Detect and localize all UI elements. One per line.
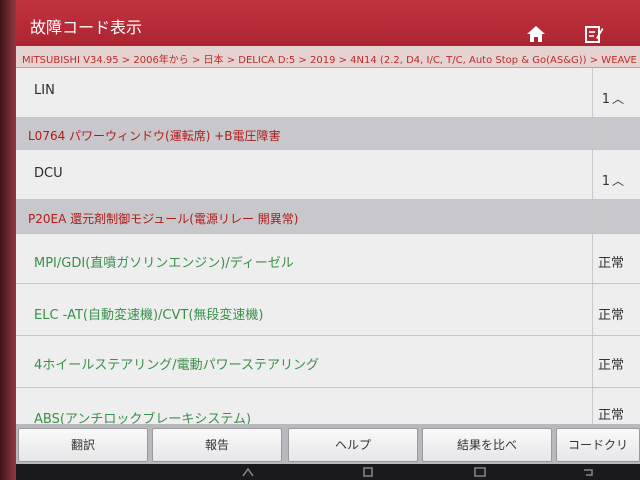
system-name: ELC -AT(自動変速機)/CVT(無段変速機) (34, 308, 264, 323)
fault-count-value: 1 (601, 92, 610, 107)
breadcrumb: MITSUBISHI V34.95 > 2006年から > 日本 > DELIC… (16, 46, 640, 68)
status-divider (592, 388, 593, 427)
dtc-list[interactable]: LIN 1 ︿ L0764 パワーウィンドウ(運転席) +B電圧障害 DCU 1 ︿… (16, 68, 640, 428)
title-bar: 故障コード表示 (16, 0, 640, 46)
back-nav-icon[interactable] (242, 467, 254, 477)
screenshot-nav-icon[interactable] (474, 467, 486, 477)
status-divider (592, 150, 593, 199)
return-nav-icon[interactable] (582, 467, 594, 477)
translate-button[interactable]: 翻訳 (18, 428, 148, 462)
system-row[interactable]: ELC -AT(自動変速機)/CVT(無段変速機) 正常 (16, 284, 640, 336)
system-status: 正常 (597, 408, 624, 423)
status-divider (592, 68, 593, 117)
report-button[interactable]: 報告 (152, 428, 282, 462)
home-icon[interactable] (526, 24, 546, 44)
help-button[interactable]: ヘルプ (288, 428, 418, 462)
chevron-up-icon[interactable]: ︿ (612, 174, 624, 188)
status-divider (592, 234, 593, 283)
fault-row: P20EA 還元剤制御モジュール(電源リレー 開異常) (16, 200, 640, 234)
system-name: 4ホイールステアリング/電動パワーステアリング (34, 358, 320, 373)
fault-count: 1 ︿ (602, 172, 624, 189)
module-name: LIN (34, 83, 55, 98)
device-bezel (0, 0, 16, 480)
app-screen: 故障コード表示 MITSUBISHI V34.95 > 2006年から > 日本… (16, 0, 640, 464)
system-status: 正常 (597, 358, 624, 373)
status-divider (592, 284, 593, 335)
fault-count: 1 ︿ (602, 90, 624, 107)
compare-results-button[interactable]: 結果を比べ (422, 428, 552, 462)
system-status: 正常 (597, 256, 624, 271)
system-status: 正常 (597, 308, 624, 323)
fault-row: L0764 パワーウィンドウ(運転席) +B電圧障害 (16, 118, 640, 150)
page-title: 故障コード表示 (30, 18, 143, 37)
fault-count-value: 1 (601, 174, 610, 189)
home-nav-icon[interactable] (362, 467, 374, 477)
module-row-lin[interactable]: LIN 1 ︿ (16, 68, 640, 118)
report-icon[interactable] (584, 24, 604, 44)
module-row-dcu[interactable]: DCU 1 ︿ (16, 150, 640, 200)
system-name: MPI/GDI(直噴ガソリンエンジン)/ディーゼル (34, 256, 294, 271)
system-row[interactable]: MPI/GDI(直噴ガソリンエンジン)/ディーゼル 正常 (16, 234, 640, 284)
bottom-toolbar: 翻訳 報告 ヘルプ 結果を比べ コードクリ (16, 424, 640, 464)
system-row[interactable]: 4ホイールステアリング/電動パワーステアリング 正常 (16, 336, 640, 388)
module-name: DCU (34, 166, 63, 181)
clear-codes-button[interactable]: コードクリ (556, 428, 640, 462)
chevron-up-icon[interactable]: ︿ (612, 92, 624, 106)
android-nav-bar (16, 464, 640, 480)
fault-code-text: P20EA 還元剤制御モジュール(電源リレー 開異常) (28, 212, 299, 226)
status-divider (592, 336, 593, 387)
fault-code-text: L0764 パワーウィンドウ(運転席) +B電圧障害 (28, 129, 281, 143)
system-row[interactable]: ABS(アンチロックブレーキシステム) 正常 (16, 388, 640, 428)
